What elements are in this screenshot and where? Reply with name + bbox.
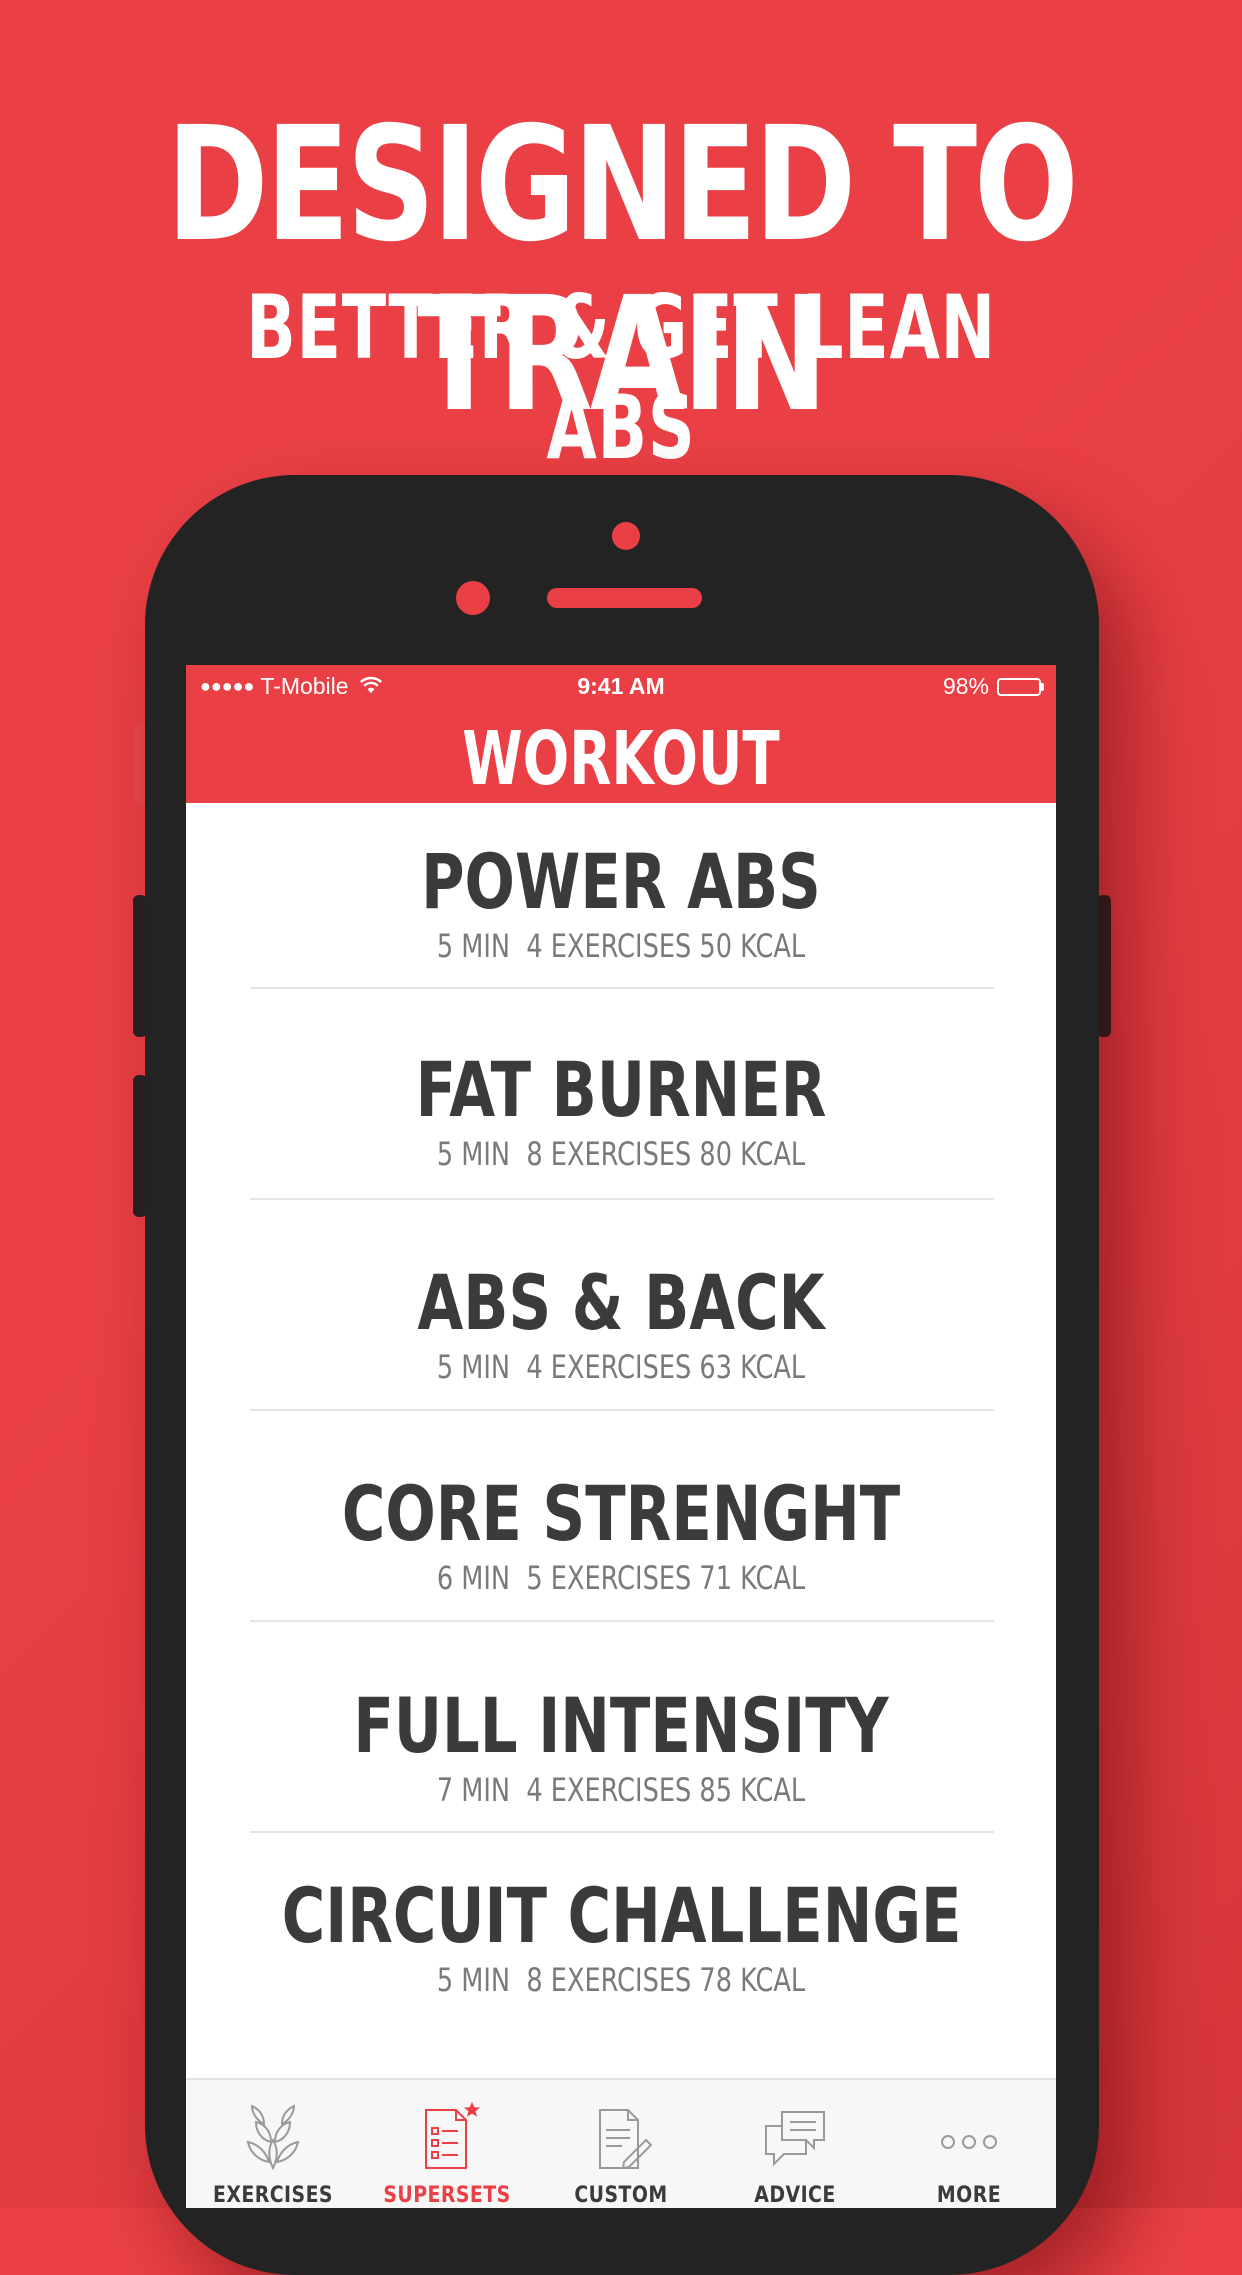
- document-pencil-icon: [599, 2109, 653, 2170]
- workout-meta: 6 MIN 5 EXERCISES 71 KCAL: [436, 1559, 806, 1597]
- tab-label: MORE: [936, 2183, 1002, 2208]
- tab-supersets[interactable]: SUPERSETS: [360, 2080, 534, 2208]
- proximity-sensor: [456, 581, 490, 615]
- status-time: 9:41 AM: [577, 673, 665, 699]
- workout-meta: 5 MIN 4 EXERCISES 63 KCAL: [436, 1348, 806, 1386]
- tab-label: ADVICE: [754, 2183, 836, 2208]
- battery-percentage: 98%: [942, 673, 989, 699]
- workout-name: POWER ABS: [421, 837, 821, 926]
- navigation-bar: WORKOUT: [186, 709, 1056, 803]
- tab-label: CUSTOM: [574, 2183, 668, 2208]
- tab-more[interactable]: MORE: [882, 2080, 1056, 2208]
- phone-power-button: [1097, 895, 1111, 1037]
- phone-screen: ●●●●● T-Mobile 9:41 AM 98% WORKOUT POWER…: [186, 665, 1056, 2208]
- workout-name: CIRCUIT CHALLENGE: [281, 1871, 962, 1960]
- page-title: WORKOUT: [462, 716, 780, 802]
- tab-custom[interactable]: CUSTOM: [534, 2080, 708, 2208]
- tab-exercises[interactable]: EXERCISES: [186, 2080, 360, 2208]
- leaf-abs-icon: [246, 2104, 300, 2171]
- more-dots-icon: [941, 2135, 997, 2149]
- workout-meta: 5 MIN 8 EXERCISES 78 KCAL: [436, 1961, 806, 1999]
- list-divider: [250, 1198, 994, 1200]
- tab-advice[interactable]: ADVICE: [708, 2080, 882, 2208]
- list-divider: [250, 1620, 994, 1622]
- tab-label: SUPERSETS: [383, 2183, 511, 2208]
- battery-icon: [997, 677, 1044, 696]
- workout-name: ABS & BACK: [417, 1258, 825, 1347]
- workout-name: FULL INTENSITY: [353, 1681, 889, 1770]
- chat-bubbles-icon: [765, 2111, 825, 2167]
- front-camera: [612, 522, 640, 550]
- status-right: 98%: [943, 673, 1044, 700]
- workout-name: CORE STRENGHT: [341, 1469, 901, 1558]
- workout-meta: 7 MIN 4 EXERCISES 85 KCAL: [436, 1771, 806, 1809]
- earpiece-speaker: [547, 588, 702, 608]
- list-divider: [250, 987, 994, 989]
- clipboard-list-star-icon: [425, 2102, 480, 2169]
- tab-label: EXERCISES: [213, 2183, 333, 2208]
- workout-name: FAT BURNER: [415, 1045, 827, 1134]
- list-divider: [250, 1409, 994, 1411]
- tab-bar: EXERCISES SUPERSETS CUSTOM ADVICE MORE: [186, 2078, 1056, 2208]
- workout-meta: 5 MIN 4 EXERCISES 50 KCAL: [436, 927, 806, 965]
- workout-meta: 5 MIN 8 EXERCISES 80 KCAL: [436, 1135, 806, 1173]
- promo-subheadline: BETTER & GET LEAN ABS: [246, 276, 996, 479]
- status-bar: ●●●●● T-Mobile 9:41 AM 98%: [186, 665, 1056, 709]
- list-divider: [250, 1831, 994, 1833]
